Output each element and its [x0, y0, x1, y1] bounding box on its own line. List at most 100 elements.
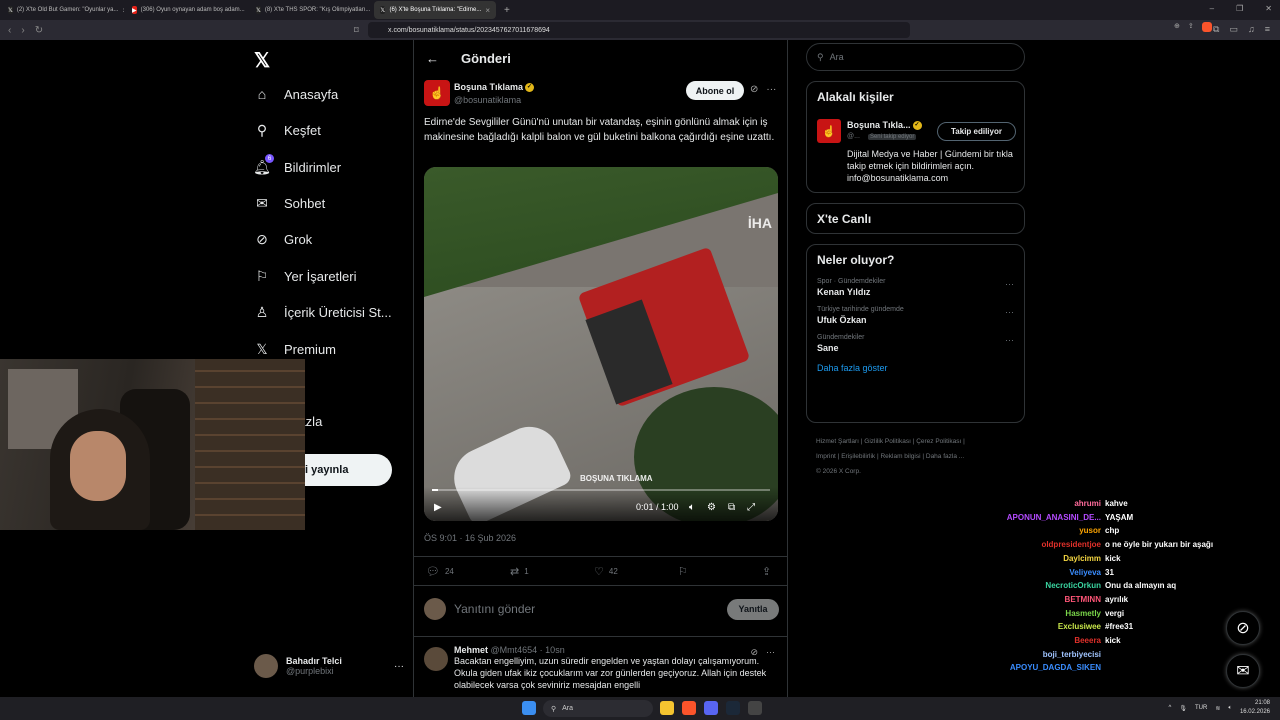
- search-input[interactable]: ⚲ Ara: [806, 43, 1025, 71]
- video-progress-bar[interactable]: [432, 489, 770, 491]
- chat-username: boji_terbiyecisi: [1042, 649, 1101, 659]
- file-explorer-icon[interactable]: [660, 701, 674, 715]
- minimize-icon[interactable]: –: [1210, 4, 1214, 13]
- chat-message: boji_terbiyecisi: [990, 648, 1250, 662]
- grok-icon[interactable]: ⊘: [750, 647, 758, 658]
- author-handle[interactable]: @bosunatiklama: [454, 95, 521, 105]
- window-controls: – ❐ ✕: [1210, 4, 1272, 13]
- author-name[interactable]: Boşuna Tıklama ✓: [454, 82, 535, 93]
- x-favicon: 𝕏: [8, 6, 13, 14]
- maximize-icon[interactable]: ❐: [1236, 4, 1243, 13]
- wifi-icon[interactable]: ≋: [1215, 705, 1220, 712]
- bookmark-page-icon[interactable]: ⌑: [354, 25, 359, 36]
- back-icon[interactable]: ‹: [8, 25, 11, 36]
- browser-tab[interactable]: ▶(306) Oyun oynayan adam boş adam...×: [126, 1, 248, 19]
- tweet-actions: 💬︎ 24 ⇄ 1 ♡ 42 ⚐ ⇪: [414, 556, 787, 586]
- taskbar-clock[interactable]: 21:08 16.02.2026: [1240, 699, 1270, 717]
- reply-author[interactable]: Mehmet: [454, 645, 488, 655]
- browser-tab-active[interactable]: 𝕏 (6) X'te Boşuna Tıklama: "Edirne... ×: [374, 1, 496, 19]
- chat-username: APOYU_DAGDA_SIKEN: [1009, 663, 1101, 673]
- nav-item-home[interactable]: ⌂ Anasayfa: [254, 86, 338, 102]
- nav-item-grok[interactable]: ⊘ Grok: [254, 231, 312, 247]
- x-favicon: 𝕏: [380, 6, 386, 14]
- back-arrow-icon[interactable]: ←: [426, 51, 439, 66]
- reply-composer: Yanıtını gönder Yanıtla: [424, 596, 779, 622]
- close-window-icon[interactable]: ✕: [1265, 4, 1272, 13]
- mic-icon[interactable]: 🎙︎: [1179, 705, 1187, 712]
- like-action[interactable]: ♡ 42: [594, 565, 678, 578]
- avatar[interactable]: [424, 647, 448, 671]
- browser-tab[interactable]: 𝕏(2) X'te Old But Gamen: "Oyunlar ya...×: [2, 1, 124, 19]
- repost-icon: ⇄: [510, 565, 520, 578]
- grok-icon[interactable]: ⊘: [750, 84, 758, 95]
- new-tab-icon[interactable]: +: [504, 5, 510, 16]
- x-live-box[interactable]: X'te Canlı: [806, 203, 1025, 234]
- tweet-video[interactable]: İHA BOŞUNA TIKLAMA ▶ 0:01 / 1:00 🔈︎ ⚙ ⧉ …: [424, 167, 778, 521]
- taskbar-search[interactable]: ⚲ Ara: [543, 700, 653, 717]
- more-options-icon[interactable]: ···: [766, 647, 775, 658]
- x-logo-icon[interactable]: 𝕏: [254, 48, 270, 73]
- close-tab-icon[interactable]: ×: [485, 6, 490, 15]
- steam-icon[interactable]: [726, 701, 740, 715]
- author-avatar[interactable]: ☝: [424, 80, 450, 106]
- reload-icon[interactable]: ↻: [35, 25, 43, 36]
- fullscreen-icon[interactable]: ⤢: [747, 502, 755, 513]
- address-bar[interactable]: x.com/bosunatiklama/status/2023457627011…: [368, 22, 1212, 38]
- sidebar-icon[interactable]: ▭: [1229, 24, 1238, 35]
- chat-message: Veliyeva 31: [990, 566, 1250, 580]
- brave-browser-icon[interactable]: [682, 701, 696, 715]
- chat-message: APONUN_ANASINI_DE... YAŞAM: [990, 511, 1250, 525]
- chat-text: kahve: [1105, 499, 1128, 508]
- nav-item-explore[interactable]: ⚲ Keşfet: [254, 122, 321, 138]
- following-button[interactable]: Takip ediliyor: [937, 122, 1016, 141]
- nav-item-premium[interactable]: 𝕏 Premium: [254, 341, 336, 357]
- windows-start-icon[interactable]: [522, 701, 536, 715]
- heart-icon: ♡: [594, 565, 604, 578]
- pip-icon[interactable]: ⧉: [728, 502, 735, 513]
- subscribe-button[interactable]: Abone ol: [686, 81, 744, 100]
- chat-text: vergi: [1105, 608, 1125, 618]
- avatar[interactable]: ☝: [817, 119, 841, 143]
- discord-icon[interactable]: [704, 701, 718, 715]
- grok-fab-icon[interactable]: ⊘: [1226, 611, 1260, 645]
- volume-icon[interactable]: 🔈︎: [689, 502, 695, 513]
- brave-shield-icon[interactable]: [1201, 22, 1212, 32]
- nav-item-creator-studio[interactable]: ♙ İçerik Üreticisi St...: [254, 304, 392, 320]
- settings-icon[interactable]: ⚙: [707, 502, 716, 513]
- bookmark-action[interactable]: ⚐: [678, 565, 762, 578]
- reply-input[interactable]: Yanıtını gönder: [454, 602, 535, 616]
- browser-tab[interactable]: 𝕏 (8) X'te THS SPOR: "Kış Olimpiyatları..…: [250, 1, 372, 19]
- account-switcher[interactable]: Bahadır Telci @purplebixi ···: [254, 654, 404, 678]
- obs-icon[interactable]: [748, 701, 762, 715]
- reply-button[interactable]: Yanıtla: [727, 598, 779, 620]
- forward-icon[interactable]: ›: [21, 25, 24, 36]
- chat-text: chp: [1105, 526, 1120, 536]
- tweet-timestamp[interactable]: ÖS 9:01 · 16 Şub 2026: [424, 533, 516, 543]
- close-tab-icon[interactable]: ×: [123, 6, 125, 15]
- show-more-link[interactable]: Daha fazla göster: [807, 359, 1024, 383]
- chat-username: ahrumi: [1074, 499, 1101, 508]
- chevron-up-icon[interactable]: ^: [1169, 705, 1172, 711]
- menu-icon[interactable]: ≡: [1265, 24, 1270, 35]
- more-options-icon[interactable]: ···: [1005, 335, 1014, 345]
- messages-fab-icon[interactable]: ✉: [1226, 654, 1260, 688]
- more-options-icon[interactable]: ···: [1005, 279, 1014, 289]
- share-action[interactable]: ⇪: [762, 565, 771, 578]
- nav-item-notifications[interactable]: 🔔︎ 6 Bildirimler: [253, 154, 341, 175]
- volume-icon[interactable]: 🔈︎: [1228, 705, 1232, 712]
- bookmark-icon: ⚐: [678, 565, 688, 578]
- trend-item[interactable]: Türkiye tarihinde gündemde Ufuk Özkan ···: [807, 303, 1024, 331]
- trend-item[interactable]: Gündemdekiler Sane ···: [807, 331, 1024, 359]
- repost-action[interactable]: ⇄ 1: [510, 565, 594, 578]
- play-icon[interactable]: ▶: [434, 502, 442, 513]
- reply-tweet[interactable]: Mehmet @Mmt4654 · 10sn Bacaktan engelliy…: [414, 636, 787, 691]
- extensions-icon[interactable]: ⧉: [1213, 24, 1219, 35]
- more-options-icon[interactable]: ···: [1005, 307, 1014, 317]
- music-icon[interactable]: ♫: [1248, 24, 1255, 35]
- reply-action[interactable]: 💬︎ 24: [426, 565, 510, 578]
- nav-item-bookmarks[interactable]: ⚐ Yer İşaretleri: [254, 268, 357, 284]
- more-options-icon[interactable]: ···: [394, 661, 404, 672]
- trend-item[interactable]: Spor · Gündemdekiler Kenan Yıldız ···: [807, 275, 1024, 303]
- nav-item-chat[interactable]: ✉ Sohbet: [254, 195, 325, 211]
- more-options-icon[interactable]: ···: [766, 84, 776, 95]
